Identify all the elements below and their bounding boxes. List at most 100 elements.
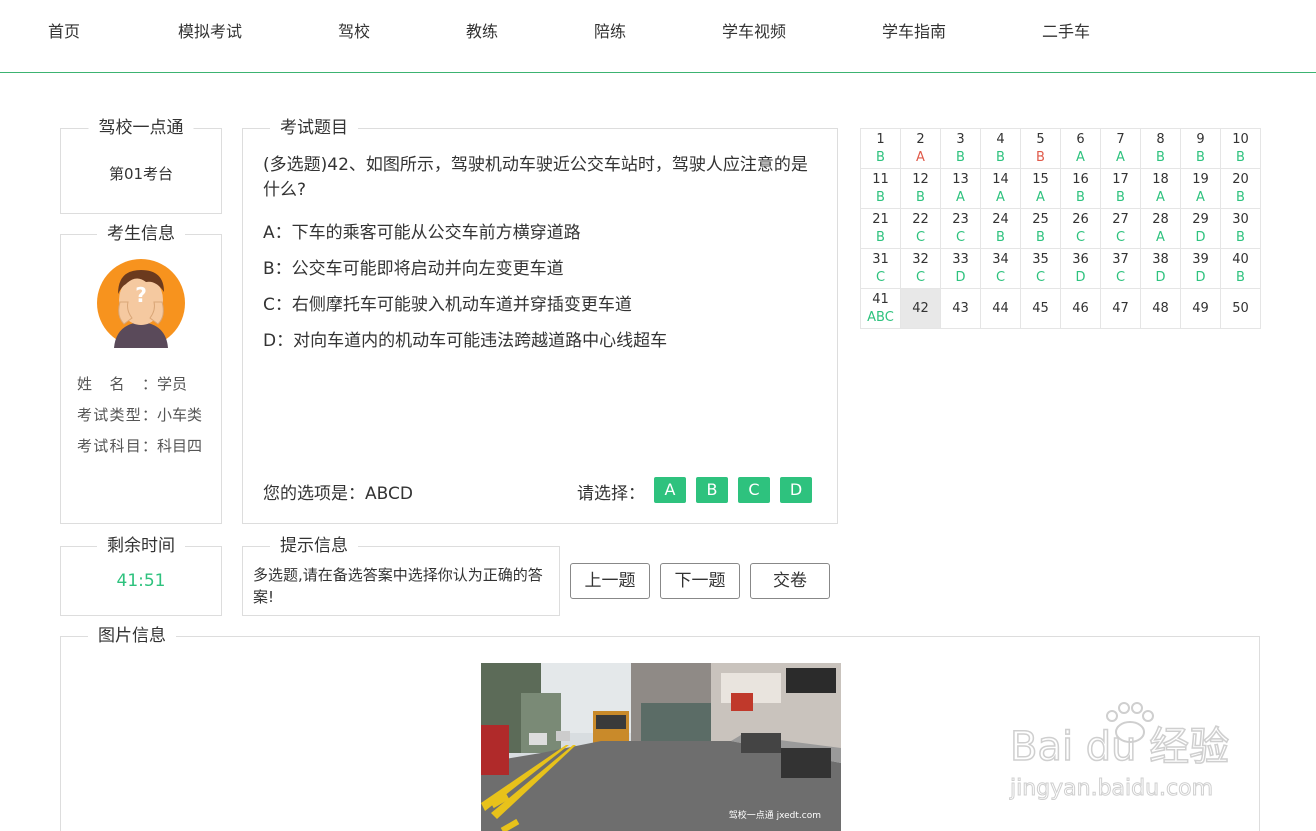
answer-cell-42[interactable]: 42 — [900, 288, 941, 329]
question-number: 1 — [876, 131, 885, 147]
answer-cell-9[interactable]: 9B — [1180, 128, 1221, 169]
answer-cell-20[interactable]: 20 B — [1220, 168, 1261, 209]
answered-choice: B — [1116, 189, 1125, 205]
answer-button-d[interactable]: D — [780, 477, 812, 503]
answer-cell-39[interactable]: 39 D — [1180, 248, 1221, 289]
answer-button-b[interactable]: B — [696, 477, 728, 503]
question-number: 35 — [1032, 251, 1049, 267]
answer-cell-16[interactable]: 16 B — [1060, 168, 1101, 209]
question-number: 26 — [1072, 211, 1089, 227]
answer-cell-44[interactable]: 44 — [980, 288, 1021, 329]
answer-cell-37[interactable]: 37 C — [1100, 248, 1141, 289]
question-number: 8 — [1156, 131, 1165, 147]
answer-cell-33[interactable]: 33 D — [940, 248, 981, 289]
answer-grid-row: 41 ABC 42 43 44 45 46 47 48 49 50 — [860, 288, 1261, 329]
answer-cell-38[interactable]: 38 D — [1140, 248, 1181, 289]
question-text: (多选题)42、如图所示，驾驶机动车驶近公交车站时，驾驶人应注意的是什么? — [263, 155, 808, 200]
answer-cell-18[interactable]: 18 A — [1140, 168, 1181, 209]
answer-cell-45[interactable]: 45 — [1020, 288, 1061, 329]
answer-cell-7[interactable]: 7A — [1100, 128, 1141, 169]
picture-title: 图片信息 — [88, 626, 176, 646]
question-panel: 考试题目 (多选题)42、如图所示，驾驶机动车驶近公交车站时，驾驶人应注意的是什… — [242, 118, 838, 524]
answer-cell-28[interactable]: 28 A — [1140, 208, 1181, 249]
question-number: 7 — [1116, 131, 1125, 147]
prev-question-button[interactable]: 上一题 — [570, 563, 650, 599]
answered-choice: B — [996, 229, 1005, 245]
answered-choice: B — [1156, 149, 1165, 165]
answer-cell-50[interactable]: 50 — [1220, 288, 1261, 329]
next-question-button[interactable]: 下一题 — [660, 563, 740, 599]
answer-cell-24[interactable]: 24 B — [980, 208, 1021, 249]
answer-cell-40[interactable]: 40 B — [1220, 248, 1261, 289]
answer-cell-36[interactable]: 36 D — [1060, 248, 1101, 289]
answer-cell-12[interactable]: 12 B — [900, 168, 941, 209]
watermark-url: jingyan.baidu.com — [1009, 776, 1213, 801]
answered-choice: A — [1076, 149, 1085, 165]
answered-choice: B — [1236, 229, 1245, 245]
answer-button-a[interactable]: A — [654, 477, 686, 503]
answer-cell-17[interactable]: 17 B — [1100, 168, 1141, 209]
question-number: 44 — [992, 300, 1009, 316]
avatar: ? — [97, 259, 185, 348]
select-label: 请选择： — [577, 484, 645, 504]
answer-cell-4[interactable]: 4B — [980, 128, 1021, 169]
answer-cell-32[interactable]: 32 C — [900, 248, 941, 289]
answer-cell-34[interactable]: 34 C — [980, 248, 1021, 289]
question-number: 18 — [1152, 171, 1169, 187]
answer-cell-47[interactable]: 47 — [1100, 288, 1141, 329]
answer-cell-3[interactable]: 3B — [940, 128, 981, 169]
answer-cell-6[interactable]: 6A — [1060, 128, 1101, 169]
nav-guide[interactable]: 学车指南 — [882, 18, 946, 42]
top-nav: 首页 模拟考试 驾校 教练 陪练 学车视频 学车指南 二手车 — [0, 0, 1316, 73]
question-number: 11 — [872, 171, 889, 187]
answered-choice: D — [1195, 229, 1206, 245]
answer-cell-2[interactable]: 2A — [900, 128, 941, 169]
answer-cell-1[interactable]: 1B — [860, 128, 901, 169]
answer-cell-5[interactable]: 5B — [1020, 128, 1061, 169]
answer-cell-21[interactable]: 21 B — [860, 208, 901, 249]
answered-choice: A — [916, 149, 925, 165]
answer-cell-43[interactable]: 43 — [940, 288, 981, 329]
question-number: 15 — [1032, 171, 1049, 187]
answered-choice: B — [1036, 149, 1045, 165]
answer-button-c[interactable]: C — [738, 477, 770, 503]
answer-cell-29[interactable]: 29 D — [1180, 208, 1221, 249]
question-number: 43 — [952, 300, 969, 316]
answer-cell-35[interactable]: 35 C — [1020, 248, 1061, 289]
answer-cell-15[interactable]: 15 A — [1020, 168, 1061, 209]
your-choice: 您的选项是：ABCD — [263, 479, 413, 504]
question-number: 32 — [912, 251, 929, 267]
nav-coach[interactable]: 教练 — [466, 18, 498, 42]
baidu-watermark: Bai du 经验 jingyan.baidu.com — [1009, 702, 1230, 802]
answer-cell-14[interactable]: 14 A — [980, 168, 1021, 209]
answer-cell-11[interactable]: 11 B — [860, 168, 901, 209]
answer-cell-31[interactable]: 31 C — [860, 248, 901, 289]
question-number: 50 — [1232, 300, 1249, 316]
nav-mock-exam[interactable]: 模拟考试 — [178, 18, 242, 42]
nav-practice-partner[interactable]: 陪练 — [594, 18, 626, 42]
nav-used-cars[interactable]: 二手车 — [1042, 18, 1090, 42]
answer-cell-48[interactable]: 48 — [1140, 288, 1181, 329]
answer-cell-26[interactable]: 26 C — [1060, 208, 1101, 249]
answer-cell-23[interactable]: 23 C — [940, 208, 981, 249]
question-number: 17 — [1112, 171, 1129, 187]
nav-driving-school[interactable]: 驾校 — [338, 18, 370, 42]
nav-home[interactable]: 首页 — [48, 18, 80, 42]
candidate-title: 考生信息 — [97, 224, 185, 244]
answer-cell-25[interactable]: 25 B — [1020, 208, 1061, 249]
answer-cell-41[interactable]: 41 ABC — [860, 288, 901, 329]
answer-cell-22[interactable]: 22 C — [900, 208, 941, 249]
answer-cell-46[interactable]: 46 — [1060, 288, 1101, 329]
answer-cell-19[interactable]: 19 A — [1180, 168, 1221, 209]
answer-cell-13[interactable]: 13 A — [940, 168, 981, 209]
answer-cell-10[interactable]: 10 B — [1220, 128, 1261, 169]
answer-grid-row: 1 B 2 A 3 B 4 B 5 B 6 A 7 A 8 B 9 B 10 B — [860, 128, 1261, 169]
answer-cell-27[interactable]: 27 C — [1100, 208, 1141, 249]
submit-exam-button[interactable]: 交卷 — [750, 563, 830, 599]
answer-cell-8[interactable]: 8B — [1140, 128, 1181, 169]
nav-videos[interactable]: 学车视频 — [722, 18, 786, 42]
answer-cell-49[interactable]: 49 — [1180, 288, 1221, 329]
question-number: 40 — [1232, 251, 1249, 267]
question-number: 30 — [1232, 211, 1249, 227]
answer-cell-30[interactable]: 30 B — [1220, 208, 1261, 249]
